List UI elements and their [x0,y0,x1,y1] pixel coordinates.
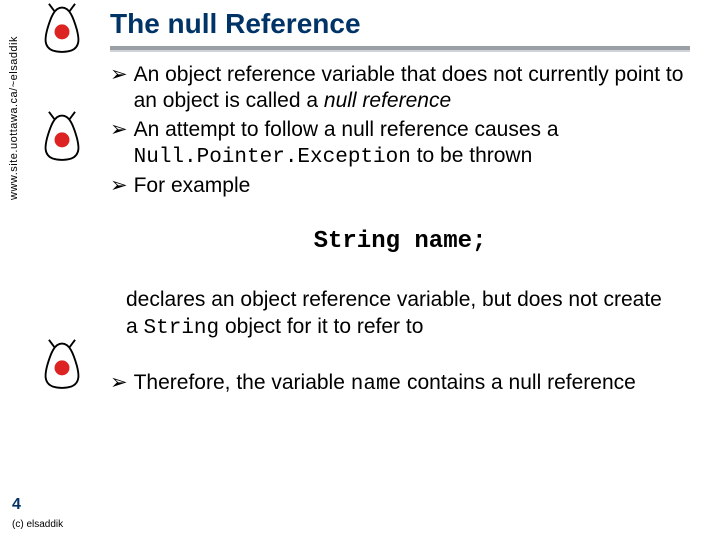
bullet-text: An object reference variable that does n… [134,62,690,115]
emphasis: null reference [324,89,451,112]
bullet-list: ➢ An object reference variable that does… [110,62,690,199]
bullet-item: ➢ An object reference variable that does… [110,62,690,115]
text-fragment: to be thrown [411,144,532,167]
title-underline [110,46,690,50]
inline-code: name [351,373,401,396]
code-example: String name; [110,227,690,257]
arrow-icon: ➢ [110,62,128,115]
slide: www.site.uottawa.ca/~elsaddik The null R… [0,0,720,540]
bullet-text: An attempt to follow a null reference ca… [134,117,690,172]
arrow-icon: ➢ [110,117,128,172]
slide-number: 4 [12,496,21,514]
text-fragment: contains a null reference [401,371,636,394]
text-fragment: Therefore, the variable [134,371,351,394]
bullet-item: ➢ For example [110,173,690,199]
bullet-item: ➢ An attempt to follow a null reference … [110,117,690,172]
bullet-text: For example [134,173,690,199]
inline-code: Null.Pointer.Exception [134,146,411,169]
content-area: ➢ An object reference variable that does… [110,62,690,400]
credit-line: (c) elsaddik [12,519,63,530]
title-block: The null Reference [110,8,690,50]
arrow-icon: ➢ [110,370,128,398]
text-fragment: An attempt to follow a null reference ca… [134,118,559,141]
paragraph: declares an object reference variable, b… [126,287,674,342]
java-duke-icon [34,2,90,58]
page-title: The null Reference [110,8,690,42]
java-duke-icon [34,338,90,394]
sidebar-url: www.site.uottawa.ca/~elsaddik [8,36,20,200]
java-duke-icon [34,110,90,166]
inline-code: String [144,317,220,340]
arrow-icon: ➢ [110,173,128,199]
bullet-item: ➢ Therefore, the variable name contains … [110,370,690,398]
text-fragment: object for it to refer to [219,315,423,338]
bullet-text: Therefore, the variable name contains a … [134,370,690,398]
